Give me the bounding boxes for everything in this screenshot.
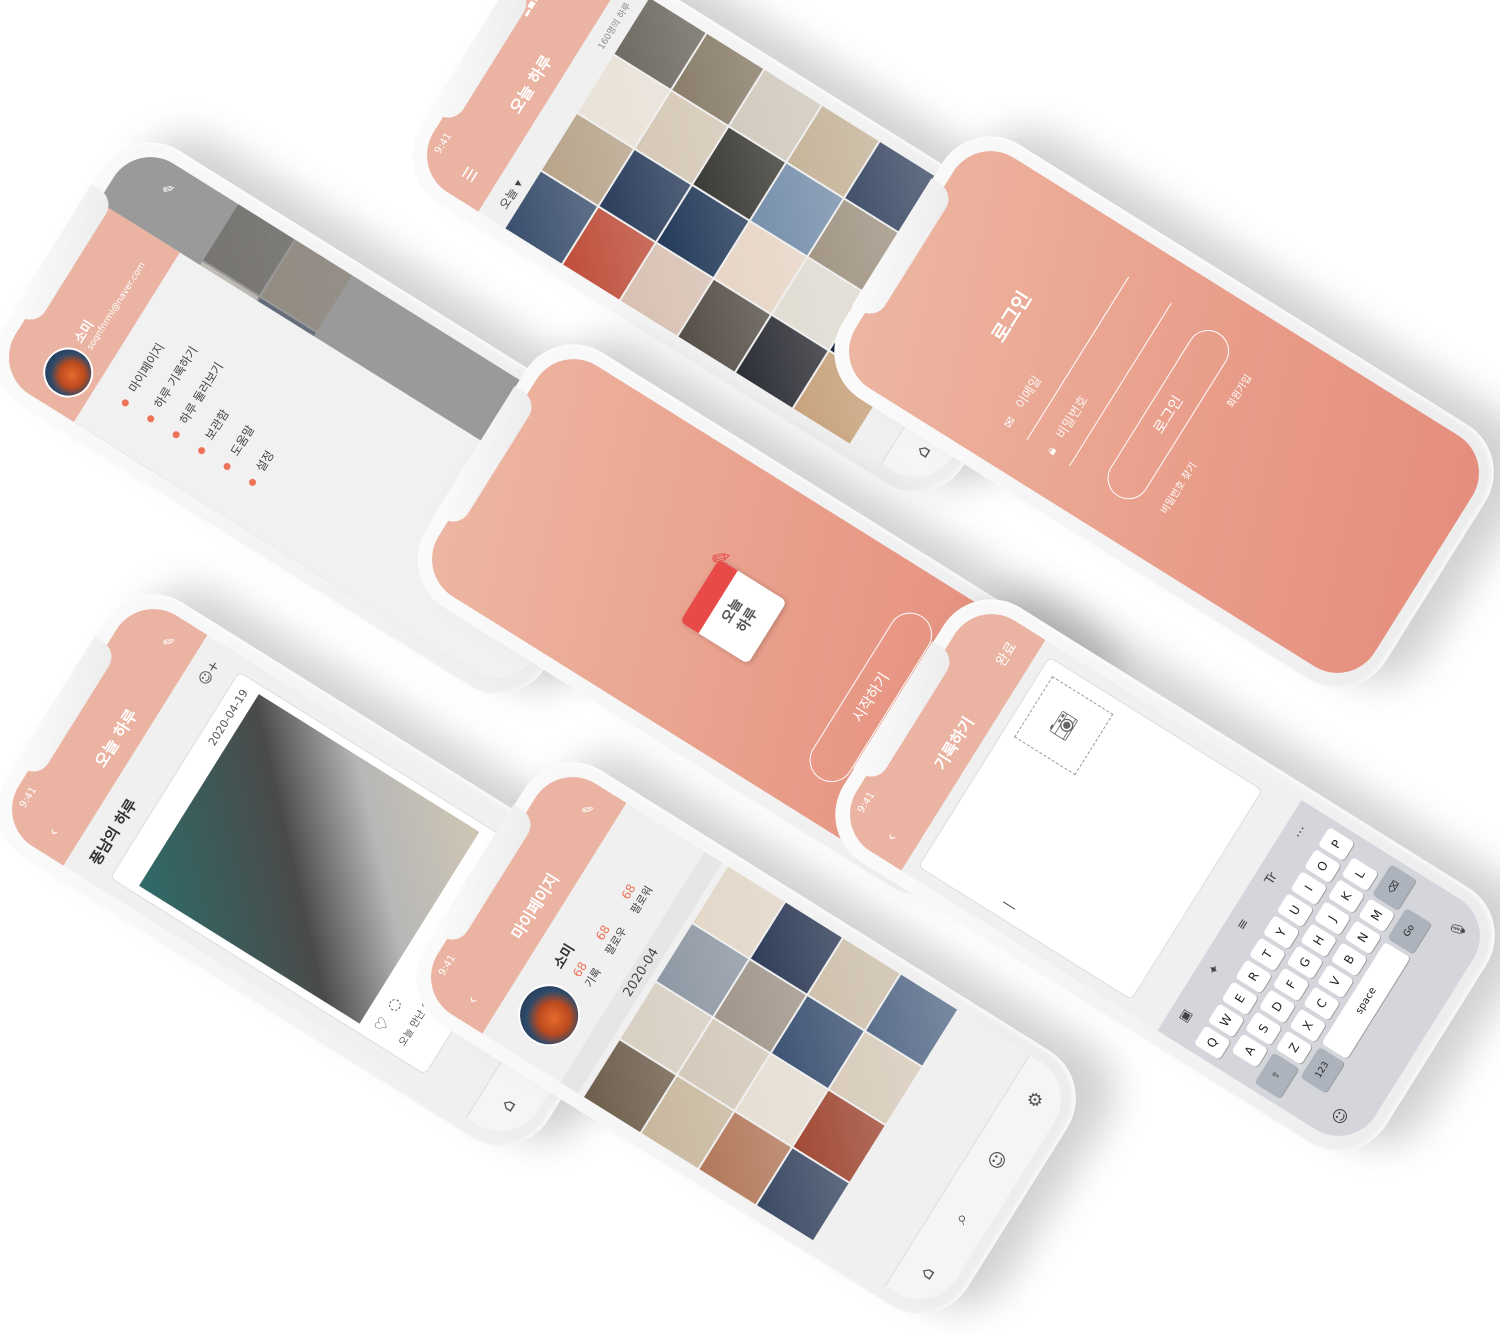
avatar [506,972,592,1058]
bullet-dot [145,413,156,424]
bullet-dot [171,429,182,440]
magic-icon[interactable]: ✦ [1205,961,1224,978]
mic-icon[interactable]: 🎙︎ [1447,918,1470,942]
status-icons: ▂▄▆ ◔ ▭ [519,0,558,17]
add-friend-icon[interactable]: ☺+ [196,658,224,689]
comment-icon[interactable]: ◌ [383,994,405,1015]
menu-item-label: 보관함 [202,407,232,443]
stat-following[interactable]: 68 팔로우 [589,916,631,958]
home-icon[interactable]: ⌂ [496,1095,520,1116]
format-icon[interactable]: Tr [1262,870,1281,888]
menu-item-settings[interactable]: 설정 [243,447,278,489]
status-time: 9:41 [17,785,40,811]
bullet-dot [222,461,232,472]
tab-bar: ⌂ ⌕ ☺ ⚙ [885,1054,1078,1316]
heart-icon[interactable]: ♡ [370,1013,394,1035]
stat-records[interactable]: 68 기록 [569,957,605,990]
bullet-dot [247,477,258,488]
search-icon[interactable]: ⌕ [950,1208,973,1228]
more-icon[interactable]: ⋯ [1291,823,1311,842]
status-time: 9:41 [855,790,878,816]
photo-grid [584,866,958,1241]
signup-link[interactable]: 회원가입 [1222,371,1254,410]
user-email: soqnfnrml@naver.com [85,260,148,353]
stat-followers[interactable]: 68 팔로워 [615,875,657,917]
emoji-icon[interactable]: ☺ [1328,1104,1353,1128]
bullet-dot [196,445,207,456]
lock-icon: 🔒︎ [1043,444,1060,458]
email-placeholder: 이메일 [1013,373,1046,412]
profile-icon[interactable]: ☺ [984,1147,1012,1174]
password-placeholder: 비밀번호 [1053,393,1092,442]
settings-icon[interactable]: ⚙ [1022,1087,1048,1112]
list-icon[interactable]: ≡ [1233,916,1252,933]
status-time: 9:41 [436,953,459,979]
photo-add-box[interactable]: 📷︎ [1014,676,1114,776]
mail-icon: ✉ [1001,414,1020,432]
status-time: 9:41 [432,131,455,157]
menu-item-label: 도움말 [227,422,258,459]
text-cursor [1002,901,1016,910]
gallery-icon[interactable]: ▣ [1176,1007,1195,1025]
find-password-link[interactable]: 비밀번호 찾기 [1156,459,1199,516]
camera-icon: 📷︎ [1045,707,1082,745]
app-logo: 오늘 하루 [679,558,787,665]
bullet-dot [120,398,131,408]
menu-item-label: 설정 [253,448,277,475]
home-icon[interactable]: ⌂ [915,1263,939,1284]
